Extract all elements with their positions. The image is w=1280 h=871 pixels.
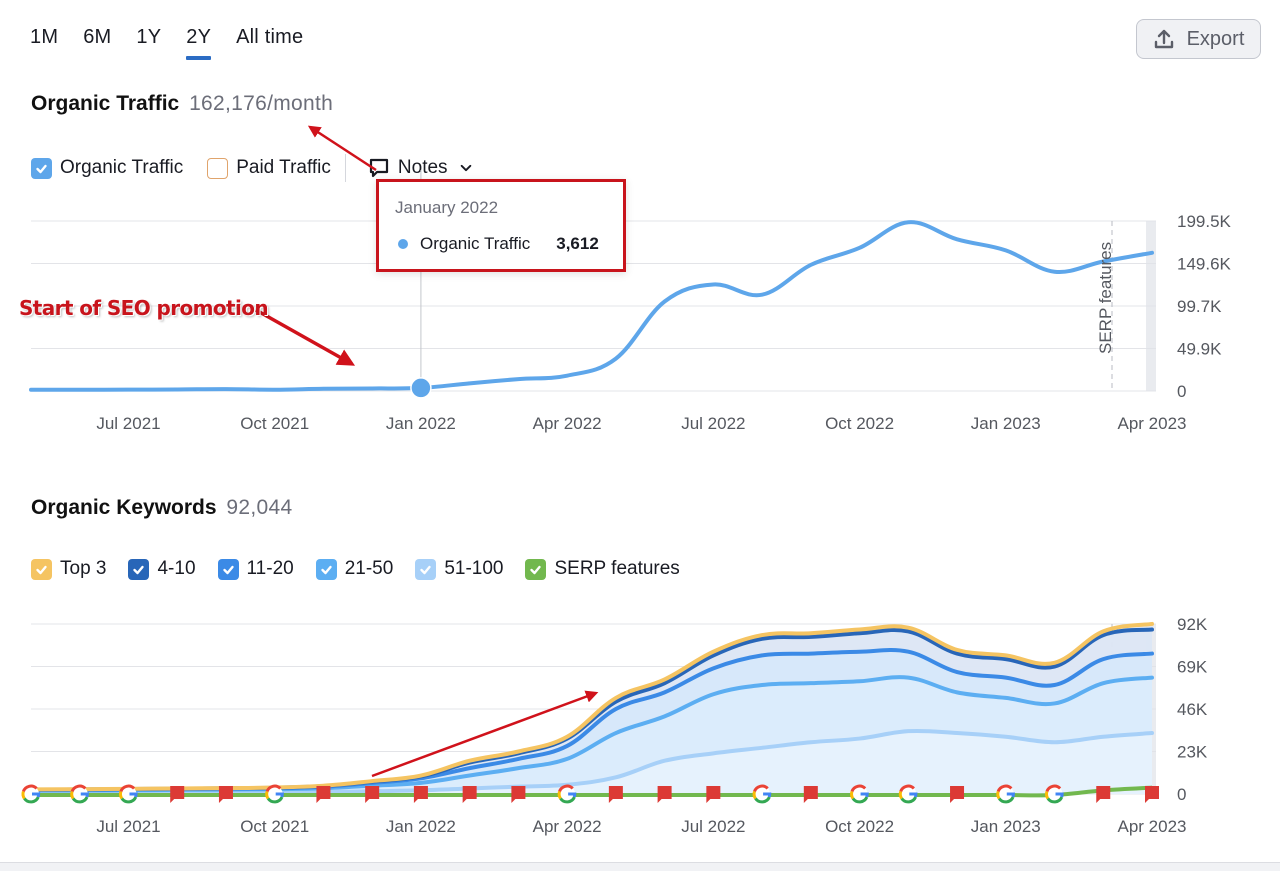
y-tick-label: 69K — [1177, 658, 1208, 677]
google-update-icon — [557, 784, 577, 804]
google-update-icon — [70, 784, 89, 804]
x-tick-label: Jan 2023 — [971, 817, 1041, 836]
x-tick-label: Apr 2022 — [533, 817, 602, 836]
y-tick-label: 0 — [1177, 785, 1186, 804]
note-flag-icon — [218, 786, 233, 803]
note-flag-icon — [511, 786, 526, 803]
note-flag-icon — [1096, 786, 1111, 803]
y-tick-label: 46K — [1177, 700, 1208, 719]
x-tick-label: Jul 2022 — [681, 817, 745, 836]
x-tick-label: Oct 2022 — [825, 817, 894, 836]
x-tick-label: Jul 2021 — [96, 817, 160, 836]
google-update-icon — [850, 784, 869, 804]
note-flag-icon — [803, 786, 818, 803]
note-flag-icon — [706, 786, 721, 803]
google-update-icon — [898, 784, 918, 804]
footer-bar — [0, 862, 1280, 871]
google-update-icon — [996, 784, 1016, 804]
y-tick-label: 92K — [1177, 615, 1208, 634]
x-tick-label: Oct 2021 — [240, 817, 309, 836]
note-flag-icon — [1145, 786, 1159, 803]
note-flag-icon — [462, 786, 477, 803]
google-update-icon — [1045, 784, 1064, 804]
organic-keywords-chart[interactable]: 0 23K 46K 69K 92K Jul 2021 Oct 2021 Jan 2022 Apr… — [0, 0, 1280, 871]
google-update-icon — [119, 784, 138, 804]
x-tick-label: Apr 2023 — [1118, 817, 1187, 836]
note-flag-icon — [316, 786, 331, 803]
note-flag-icon — [950, 786, 965, 803]
note-flag-icon — [608, 786, 623, 803]
google-update-icon — [752, 784, 772, 804]
y-tick-label: 23K — [1177, 743, 1208, 762]
x-tick-label: Jan 2022 — [386, 817, 456, 836]
note-flag-icon — [365, 786, 380, 803]
note-flag-icon — [170, 786, 185, 803]
google-update-icon — [265, 784, 284, 804]
note-flag-icon — [657, 786, 672, 803]
note-flag-icon — [413, 786, 428, 803]
google-update-icon — [21, 784, 41, 804]
